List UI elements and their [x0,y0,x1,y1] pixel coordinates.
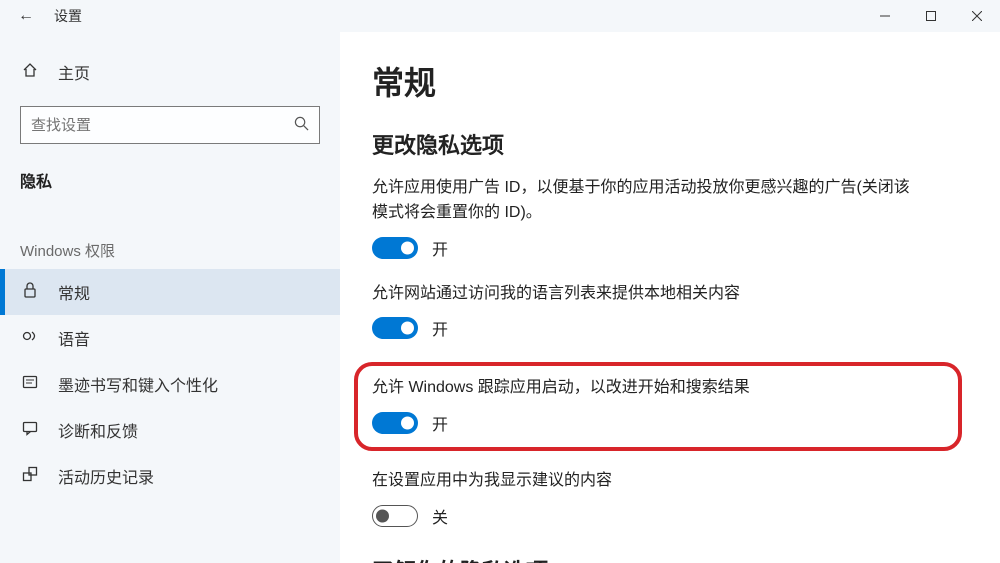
speech-icon [20,328,40,349]
setting-language-list: 允许网站通过访问我的语言列表来提供本地相关内容 开 [372,282,960,341]
highlighted-setting: 允许 Windows 跟踪应用启动，以改进开始和搜索结果 开 [354,362,962,451]
sidebar-item-speech[interactable]: 语音 [0,315,340,361]
lock-icon [20,282,40,303]
inking-icon [20,374,40,395]
section-title: 更改隐私选项 [372,128,960,160]
sidebar-item-feedback[interactable]: 诊断和反馈 [0,407,340,453]
category-label: 隐私 [0,162,340,212]
window-controls [862,0,1000,32]
toggle-language-list[interactable] [372,317,418,339]
setting-desc: 在设置应用中为我显示建议的内容 [372,469,922,494]
history-icon [20,466,40,487]
setting-suggested-content: 在设置应用中为我显示建议的内容 关 [372,469,960,528]
search-input[interactable] [21,117,283,134]
home-label: 主页 [58,60,90,84]
home-icon [20,62,40,83]
setting-desc: 允许网站通过访问我的语言列表来提供本地相关内容 [372,282,922,307]
sidebar-item-label: 常规 [58,280,90,304]
setting-desc: 允许 Windows 跟踪应用启动，以改进开始和搜索结果 [372,376,922,401]
setting-app-launch-tracking: 允许 Windows 跟踪应用启动，以改进开始和搜索结果 开 [372,376,944,435]
page-title: 常规 [372,58,960,104]
home-button[interactable]: 主页 [0,52,340,98]
group-label: Windows 权限 [0,212,340,269]
back-button[interactable]: ← [18,7,34,25]
sidebar-item-inking[interactable]: 墨迹书写和键入个性化 [0,361,340,407]
sidebar-item-history[interactable]: 活动历史记录 [0,453,340,499]
toggle-state: 开 [432,316,448,340]
toggle-app-launch-tracking[interactable] [372,412,418,434]
toggle-suggested-content[interactable] [372,505,418,527]
sidebar-item-label: 诊断和反馈 [58,418,138,442]
search-icon [283,116,319,135]
main-panel: 常规 更改隐私选项 允许应用使用广告 ID，以便基于你的应用活动投放你更感兴趣的… [340,32,1000,563]
sidebar-item-label: 墨迹书写和键入个性化 [58,372,218,396]
sidebar-item-label: 活动历史记录 [58,464,154,488]
titlebar: ← 设置 [0,0,1000,32]
toggle-state: 开 [432,411,448,435]
app-title: 设置 [54,6,82,26]
toggle-state: 开 [432,236,448,260]
toggle-state: 关 [432,504,448,528]
setting-desc: 允许应用使用广告 ID，以便基于你的应用活动投放你更感兴趣的广告(关闭该模式将会… [372,176,922,226]
maximize-button[interactable] [908,0,954,32]
section-title-2: 了解你的隐私选项 [372,554,960,563]
sidebar-item-general[interactable]: 常规 [0,269,340,315]
feedback-icon [20,420,40,441]
minimize-button[interactable] [862,0,908,32]
search-box[interactable] [20,106,320,144]
sidebar-item-label: 语音 [58,326,90,350]
toggle-ad-id[interactable] [372,237,418,259]
setting-ad-id: 允许应用使用广告 ID，以便基于你的应用活动投放你更感兴趣的广告(关闭该模式将会… [372,176,960,260]
sidebar: 主页 隐私 Windows 权限 常规 语音 [0,32,340,563]
close-button[interactable] [954,0,1000,32]
